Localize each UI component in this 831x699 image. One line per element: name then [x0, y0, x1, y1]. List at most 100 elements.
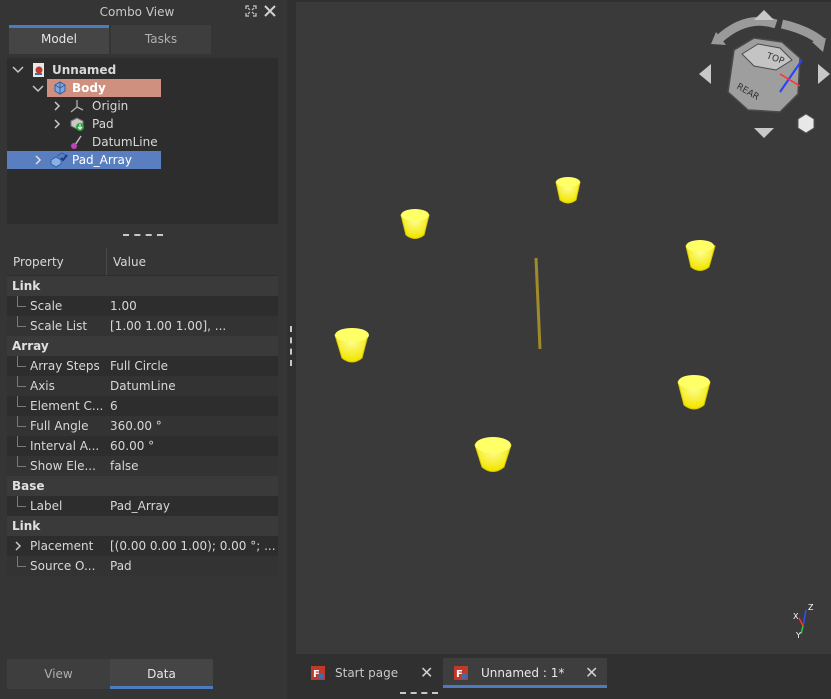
tab-model[interactable]: Model: [9, 25, 109, 54]
tree-item-body[interactable]: Body: [47, 79, 161, 97]
chevron-down-icon[interactable]: [31, 84, 45, 94]
close-icon[interactable]: [263, 4, 277, 18]
view-up-arrow-icon[interactable]: [754, 10, 774, 20]
tree-item-datumline[interactable]: DatumLine: [7, 133, 278, 151]
tab-unnamed[interactable]: F Unnamed : 1* ✕: [443, 658, 607, 688]
property-editor: Property Value Link Scale 1.00 Scale List…: [7, 248, 278, 576]
close-icon[interactable]: ✕: [420, 658, 433, 688]
property-view-tabs: View Data: [7, 659, 213, 689]
pad-array-instance[interactable]: [474, 437, 512, 472]
property-key: Axis: [30, 379, 55, 393]
property-row[interactable]: Element C... 6: [7, 396, 278, 416]
chevron-down-icon[interactable]: [11, 65, 25, 75]
property-row[interactable]: Scale List [1.00 1.00 1.00], ...: [7, 316, 278, 336]
property-row[interactable]: Label Pad_Array: [7, 496, 278, 516]
group-label: Link: [12, 519, 41, 533]
property-group[interactable]: Base: [7, 476, 278, 496]
property-value[interactable]: false: [110, 456, 278, 476]
pad-array-instance[interactable]: [685, 240, 716, 271]
property-value[interactable]: 1.00: [110, 296, 278, 316]
tab-label: Unnamed : 1*: [481, 666, 565, 680]
document-icon: [33, 63, 44, 77]
combo-view-titlebar: Combo View: [7, 2, 278, 22]
tree-item-unnamed[interactable]: Unnamed: [7, 61, 278, 79]
property-value[interactable]: Pad: [110, 556, 278, 576]
property-value[interactable]: DatumLine: [110, 376, 278, 396]
pad-array-instance[interactable]: [400, 209, 430, 239]
pad-array-instance[interactable]: [334, 328, 369, 363]
tree-item-label: Pad_Array: [72, 153, 132, 167]
chevron-right-icon[interactable]: [52, 119, 62, 129]
view-right-arrow-icon[interactable]: [818, 64, 830, 84]
viewport-canvas[interactable]: TOP REAR Z X Y: [296, 2, 831, 654]
property-row[interactable]: Show Ele... false: [7, 456, 278, 476]
tab-start-page[interactable]: F Start page ✕: [304, 658, 444, 688]
property-value[interactable]: 60.00 °: [110, 436, 278, 456]
property-key: Source O...: [30, 559, 96, 573]
tree-item-label: Origin: [92, 99, 129, 113]
document-tabs: F Start page ✕ F Unnamed : 1* ✕: [296, 654, 831, 699]
tree-splitter-handle[interactable]: [123, 234, 163, 239]
group-label: Array: [12, 339, 49, 353]
panel-splitter-handle[interactable]: [290, 326, 294, 366]
property-key: Show Ele...: [30, 459, 96, 473]
property-column-header[interactable]: Property: [13, 255, 64, 269]
view-down-arrow-icon[interactable]: [754, 128, 774, 138]
property-value[interactable]: [(0.00 0.00 1.00); 0.00 °; ...: [110, 536, 278, 556]
tab-tasks[interactable]: Tasks: [111, 25, 211, 54]
value-column-header[interactable]: Value: [113, 255, 146, 269]
property-key: Interval A...: [30, 439, 100, 453]
property-value[interactable]: [1.00 1.00 1.00], ...: [110, 316, 278, 336]
tab-label: Start page: [335, 666, 399, 680]
tree-item-pad[interactable]: Pad: [7, 115, 278, 133]
chevron-right-icon[interactable]: [52, 101, 62, 111]
property-row[interactable]: Source O... Pad: [7, 556, 278, 576]
origin-icon: [70, 100, 84, 113]
float-icon[interactable]: [244, 4, 258, 18]
property-key: Placement: [30, 539, 94, 553]
property-row[interactable]: Scale 1.00: [7, 296, 278, 316]
chevron-right-icon[interactable]: [13, 541, 23, 551]
tree-item-origin[interactable]: Origin: [7, 97, 278, 115]
bottom-splitter-handle[interactable]: [400, 692, 438, 696]
property-key: Label: [30, 499, 63, 513]
property-value[interactable]: 360.00 °: [110, 416, 278, 436]
property-row[interactable]: Axis DatumLine: [7, 376, 278, 396]
3d-viewport[interactable]: TOP REAR Z X Y: [296, 2, 831, 654]
property-row[interactable]: Full Angle 360.00 °: [7, 416, 278, 436]
group-label: Link: [12, 279, 41, 293]
axis-label-x: X: [793, 612, 799, 621]
property-value[interactable]: Full Circle: [110, 356, 278, 376]
tree-item-pad-array[interactable]: Pad_Array: [7, 151, 161, 169]
property-group[interactable]: Array: [7, 336, 278, 356]
tree-item-label: Unnamed: [52, 63, 117, 77]
property-row[interactable]: Array Steps Full Circle: [7, 356, 278, 376]
property-key: Scale: [30, 299, 63, 313]
pad-array-instance[interactable]: [555, 177, 581, 204]
property-value[interactable]: Pad_Array: [110, 496, 278, 516]
datum-line-object[interactable]: [534, 257, 542, 350]
body-icon: [54, 81, 66, 95]
view-left-arrow-icon[interactable]: [699, 64, 711, 84]
pad-array-instance[interactable]: [677, 375, 711, 410]
tab-data[interactable]: Data: [110, 659, 213, 689]
property-row[interactable]: Placement [(0.00 0.00 1.00); 0.00 °; ...: [7, 536, 278, 556]
chevron-right-icon[interactable]: [33, 155, 43, 165]
tab-view[interactable]: View: [7, 659, 110, 689]
property-group[interactable]: Link: [7, 276, 278, 296]
property-value[interactable]: 6: [110, 396, 278, 416]
close-icon[interactable]: ✕: [585, 658, 598, 688]
property-group[interactable]: Link: [7, 516, 278, 536]
axis-label-z: Z: [808, 603, 814, 612]
property-row[interactable]: Interval A... 60.00 °: [7, 436, 278, 456]
property-key: Scale List: [30, 319, 88, 333]
view-menu-cube-icon[interactable]: [797, 113, 815, 134]
navigation-cube[interactable]: TOP REAR: [699, 10, 830, 138]
axis-label-y: Y: [795, 631, 801, 640]
combo-view-title: Combo View: [99, 5, 175, 19]
pad-icon: [70, 117, 84, 131]
tree-item-label: Body: [72, 81, 106, 95]
property-header: Property Value: [7, 248, 278, 275]
property-key: Element C...: [30, 399, 104, 413]
freecad-icon: F: [454, 666, 468, 680]
